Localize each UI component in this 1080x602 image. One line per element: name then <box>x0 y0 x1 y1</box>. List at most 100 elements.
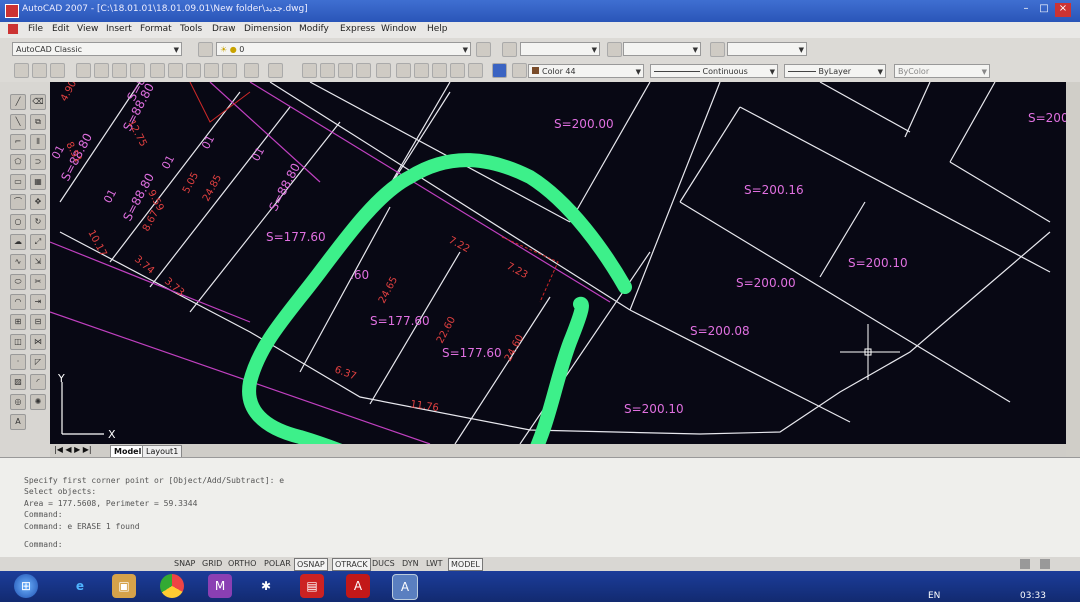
chamfer-tool-icon[interactable]: ◸ <box>30 354 46 370</box>
acrobat-icon[interactable]: A <box>346 574 370 598</box>
menu-window[interactable]: Window <box>381 24 417 34</box>
join-tool-icon[interactable]: ⋈ <box>30 334 46 350</box>
close-button[interactable]: × <box>1055 3 1071 17</box>
construction-line-icon[interactable]: ╲ <box>10 114 26 130</box>
text-style-dropdown[interactable]: ▼ <box>520 42 600 56</box>
linetype-dropdown[interactable]: Continuous ▼ <box>650 64 778 78</box>
revcloud-tool-icon[interactable]: ☁ <box>10 234 26 250</box>
undo-icon[interactable] <box>244 63 259 78</box>
print-icon[interactable] <box>76 63 91 78</box>
menu-dimension[interactable]: Dimension <box>244 24 292 34</box>
toolbar-lock-icon[interactable] <box>1040 559 1050 569</box>
menu-file[interactable]: File <box>28 24 43 34</box>
dim-style-dropdown[interactable]: ▼ <box>623 42 701 56</box>
menu-view[interactable]: View <box>77 24 98 34</box>
layer-dropdown[interactable]: ☀ ● 0 ▼ <box>216 42 471 56</box>
osnap-toggle[interactable]: OSNAP <box>294 558 328 571</box>
command-window[interactable]: Specify first corner point or [Object/Ad… <box>0 457 1080 558</box>
workspace-dropdown[interactable]: AutoCAD Classic ▼ <box>12 42 182 56</box>
polar-toggle[interactable]: POLAR <box>262 558 293 569</box>
dyn-toggle[interactable]: DYN <box>400 558 421 569</box>
autocad-taskbar-icon[interactable]: A <box>392 574 418 600</box>
trim-tool-icon[interactable]: ✂ <box>30 274 46 290</box>
tab-nav-arrows-icon[interactable]: |◀ ◀ ▶ ▶| <box>54 445 92 454</box>
plotstyle-dropdown[interactable]: ByColor ▼ <box>894 64 990 78</box>
ellipse-tool-icon[interactable]: ⬭ <box>10 274 26 290</box>
menu-insert[interactable]: Insert <box>106 24 132 34</box>
media-player-icon[interactable]: M <box>208 574 232 598</box>
menu-tools[interactable]: Tools <box>180 24 202 34</box>
design-center-icon[interactable] <box>396 63 411 78</box>
stretch-tool-icon[interactable]: ⇲ <box>30 254 46 270</box>
snap-toggle[interactable]: SNAP <box>172 558 197 569</box>
table-style-icon[interactable] <box>710 42 725 57</box>
vertical-scrollbar[interactable] <box>1066 82 1080 457</box>
open-file-icon[interactable] <box>32 63 47 78</box>
command-prompt[interactable]: Command: <box>24 540 63 549</box>
menu-edit[interactable]: Edit <box>52 24 69 34</box>
cut-icon[interactable] <box>150 63 165 78</box>
model-toggle[interactable]: MODEL <box>448 558 483 571</box>
plot-preview-icon[interactable] <box>94 63 109 78</box>
redo-icon[interactable] <box>268 63 283 78</box>
bluetooth-icon[interactable]: ✱ <box>254 574 278 598</box>
save-icon[interactable] <box>50 63 65 78</box>
menu-express[interactable]: Express <box>340 24 375 34</box>
minimize-button[interactable]: – <box>1018 3 1034 17</box>
sheet-set-icon[interactable] <box>432 63 447 78</box>
break-tool-icon[interactable]: ⊟ <box>30 314 46 330</box>
menu-format[interactable]: Format <box>140 24 172 34</box>
internet-explorer-icon[interactable]: e <box>68 574 92 598</box>
region-tool-icon[interactable]: ◎ <box>10 394 26 410</box>
menu-draw[interactable]: Draw <box>212 24 236 34</box>
clock[interactable]: 03:33 <box>1020 591 1046 601</box>
circle-tool-icon[interactable]: ○ <box>10 214 26 230</box>
paste-icon[interactable] <box>186 63 201 78</box>
rotate-tool-icon[interactable]: ↻ <box>30 214 46 230</box>
move-tool-icon[interactable]: ✥ <box>30 194 46 210</box>
lwt-toggle[interactable]: LWT <box>424 558 445 569</box>
language-indicator[interactable]: EN <box>928 591 940 601</box>
menu-modify[interactable]: Modify <box>299 24 329 34</box>
otrack-toggle[interactable]: OTRACK <box>332 558 371 571</box>
array-tool-icon[interactable]: ▦ <box>30 174 46 190</box>
mtext-tool-icon[interactable]: A <box>10 414 26 430</box>
copy-object-icon[interactable]: ⧉ <box>30 114 46 130</box>
zoom-window-icon[interactable] <box>338 63 353 78</box>
make-current-icon[interactable] <box>476 42 491 57</box>
table-style-dropdown[interactable]: ▼ <box>727 42 807 56</box>
insert-block-icon[interactable]: ⊞ <box>10 314 26 330</box>
polyline-tool-icon[interactable]: ⌐ <box>10 134 26 150</box>
extend-tool-icon[interactable]: ⇥ <box>30 294 46 310</box>
hatch-tool-icon[interactable]: ▨ <box>10 374 26 390</box>
mirror-tool-icon[interactable]: ⫴ <box>30 134 46 150</box>
file-manager-icon[interactable]: ▤ <box>300 574 324 598</box>
publish-icon[interactable] <box>112 63 127 78</box>
properties-icon[interactable] <box>376 63 391 78</box>
block-editor-icon[interactable] <box>222 63 237 78</box>
zoom-previous-icon[interactable] <box>356 63 371 78</box>
lineweight-dropdown[interactable]: ByLayer ▼ <box>784 64 886 78</box>
polygon-tool-icon[interactable]: ⬠ <box>10 154 26 170</box>
new-file-icon[interactable] <box>14 63 29 78</box>
pan-icon[interactable] <box>302 63 317 78</box>
spline-tool-icon[interactable]: ∿ <box>10 254 26 270</box>
menu-help[interactable]: Help <box>427 24 448 34</box>
grid-toggle[interactable]: GRID <box>200 558 224 569</box>
start-button[interactable]: ⊞ <box>14 574 38 598</box>
maximize-button[interactable]: □ <box>1036 3 1052 17</box>
scale-tool-icon[interactable]: ⤢ <box>30 234 46 250</box>
line-tool-icon[interactable]: ╱ <box>10 94 26 110</box>
drawing-icon[interactable] <box>8 24 18 34</box>
point-tool-icon[interactable]: · <box>10 354 26 370</box>
tool-palettes-icon[interactable] <box>414 63 429 78</box>
markup-icon[interactable] <box>450 63 465 78</box>
ortho-toggle[interactable]: ORTHO <box>226 558 258 569</box>
drawing-canvas[interactable]: S=200.00 S=200.16 S=200.10 S=200.00 S=20… <box>49 51 1072 499</box>
offset-tool-icon[interactable]: ⊃ <box>30 154 46 170</box>
ellipse-arc-tool-icon[interactable]: ◠ <box>10 294 26 310</box>
color-dropdown[interactable]: Color 44 ▼ <box>528 64 644 78</box>
fillet-tool-icon[interactable]: ◜ <box>30 374 46 390</box>
dim-style-icon[interactable] <box>607 42 622 57</box>
ducs-toggle[interactable]: DUCS <box>370 558 397 569</box>
